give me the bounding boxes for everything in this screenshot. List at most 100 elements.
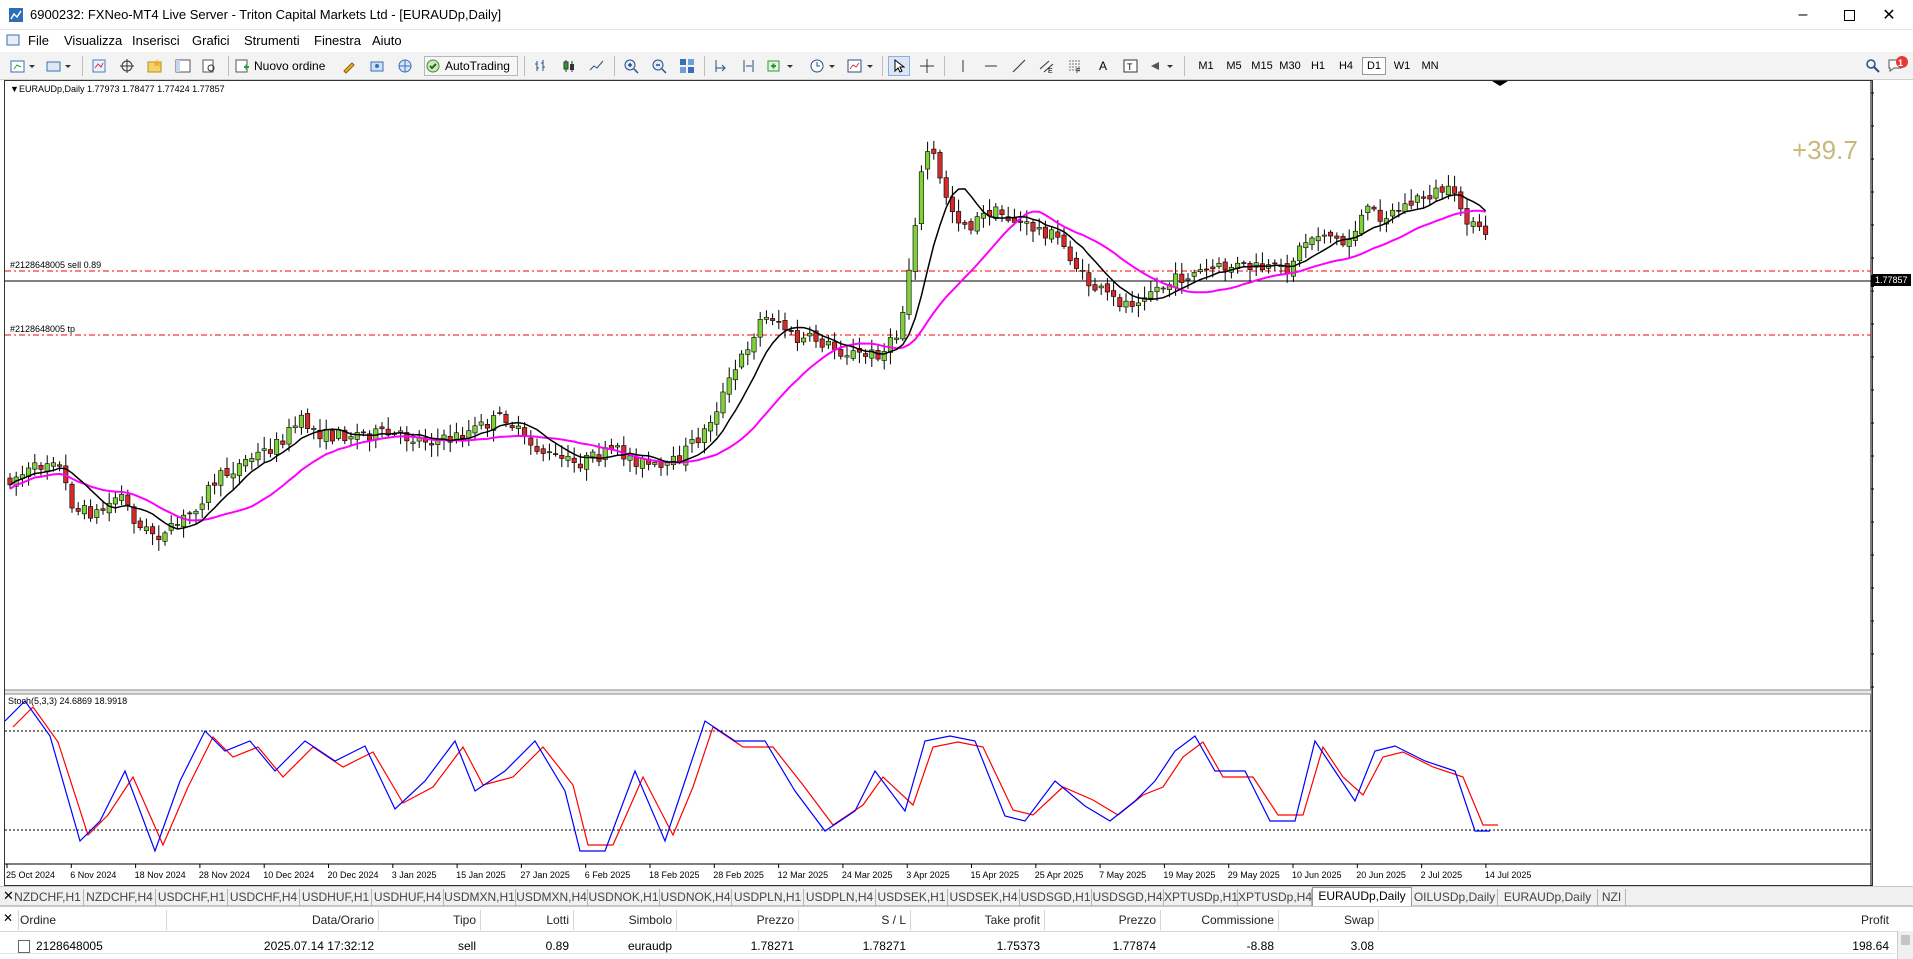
column-header[interactable]: Prezzo <box>1046 913 1156 927</box>
subwindow-separator[interactable] <box>5 690 1871 694</box>
crosshair-icon <box>920 59 934 73</box>
column-header[interactable]: Tipo <box>380 913 476 927</box>
symbol-tab[interactable]: NZI <box>1598 889 1626 906</box>
candle-body <box>745 349 751 355</box>
column-header[interactable]: Simbolo <box>575 913 672 927</box>
new-order-button[interactable]: Nuovo ordine <box>234 56 332 76</box>
menu-grafici[interactable]: Grafici <box>192 33 230 48</box>
menu-finestra[interactable]: Finestra <box>314 33 361 48</box>
line-chart-button[interactable] <box>586 56 608 76</box>
meta-editor-button[interactable] <box>338 56 360 76</box>
timeframe-m1[interactable]: M1 <box>1194 57 1218 75</box>
timeframe-mn[interactable]: MN <box>1418 57 1442 75</box>
symbol-tab[interactable]: USDHUF,H1 <box>300 889 372 906</box>
column-header[interactable]: Take profit <box>912 913 1040 927</box>
symbol-tab[interactable]: USDNOK,H4 <box>660 889 732 906</box>
symbol-tab[interactable]: EURAUDp,Daily <box>1312 887 1412 906</box>
timeframe-m30[interactable]: M30 <box>1278 57 1302 75</box>
symbol-tab[interactable]: USDCHF,H4 <box>228 889 300 906</box>
terminal-button[interactable] <box>172 56 194 76</box>
favorites-button[interactable] <box>144 56 166 76</box>
fibonacci-button[interactable]: F <box>1064 56 1086 76</box>
symbol-tab[interactable]: USDMXN,H1 <box>444 889 516 906</box>
bar-chart-button[interactable] <box>530 56 552 76</box>
price-chart[interactable]: ▼ EURAUDp,Daily 1.77973 1.78477 1.77424 … <box>5 81 1874 887</box>
crosshair-tool-button[interactable] <box>916 56 938 76</box>
equidistant-channel-button[interactable]: E <box>1036 56 1058 76</box>
terminal-scrollbar[interactable] <box>1897 931 1913 959</box>
cursor-icon <box>894 58 906 73</box>
market-button[interactable] <box>394 56 416 76</box>
tile-windows-button[interactable] <box>676 56 698 76</box>
auto-scroll-button[interactable] <box>710 56 732 76</box>
strategy-tester-button[interactable] <box>198 56 220 76</box>
timeframe-m5[interactable]: M5 <box>1222 57 1246 75</box>
symbol-tab[interactable]: USDSGD,H4 <box>1092 889 1164 906</box>
date-axis-label: 25 Apr 2025 <box>1035 870 1084 880</box>
symbol-tab[interactable]: NZDCHF,H1 <box>12 889 84 906</box>
timeframe-w1[interactable]: W1 <box>1390 57 1414 75</box>
candle-body <box>912 225 918 272</box>
column-header[interactable]: Profit <box>1380 913 1889 927</box>
indicators-button[interactable] <box>766 56 796 76</box>
arrows-button[interactable] <box>1148 56 1178 76</box>
menu-file[interactable]: File <box>28 33 49 48</box>
timeframe-h4[interactable]: H4 <box>1334 57 1358 75</box>
templates-button[interactable] <box>846 56 876 76</box>
symbol-tab[interactable]: USDHUF,H4 <box>372 889 444 906</box>
symbol-tab[interactable]: XPTUSDp,H4 <box>1238 889 1312 906</box>
menu-strumenti[interactable]: Strumenti <box>244 33 300 48</box>
horizontal-line-button[interactable] <box>980 56 1002 76</box>
autotrading-button[interactable]: AutoTrading <box>424 56 518 76</box>
column-header[interactable]: Data/Orario <box>168 913 374 927</box>
market-watch-button[interactable] <box>88 56 110 76</box>
symbol-tab[interactable]: OILUSDp,Daily <box>1412 889 1498 906</box>
timeframe-m15[interactable]: M15 <box>1250 57 1274 75</box>
close-button[interactable]: ✕ <box>1866 0 1912 30</box>
symbol-tab[interactable]: USDMXN,H4 <box>516 889 588 906</box>
cursor-tool-button[interactable] <box>888 56 910 76</box>
date-axis-label: 25 Oct 2024 <box>6 870 55 880</box>
symbol-tab[interactable]: USDSGD,H1 <box>1020 889 1092 906</box>
periods-button[interactable] <box>808 56 838 76</box>
new-chart-button[interactable] <box>8 56 38 76</box>
chart-window-icon[interactable] <box>6 33 20 47</box>
symbol-tab[interactable]: USDSEK,H4 <box>948 889 1020 906</box>
symbol-tab[interactable]: EURAUDp,Daily <box>1498 889 1598 906</box>
trendline-button[interactable] <box>1008 56 1030 76</box>
notifications-button[interactable]: 1 <box>1886 56 1910 76</box>
zoom-in-button[interactable] <box>620 56 642 76</box>
timeframe-h1[interactable]: H1 <box>1306 57 1330 75</box>
profiles-button[interactable] <box>44 56 74 76</box>
candlestick-button[interactable] <box>558 56 580 76</box>
minimize-button[interactable]: – <box>1780 0 1826 30</box>
search-button[interactable] <box>1862 56 1884 76</box>
column-header[interactable]: Commissione <box>1162 913 1274 927</box>
symbol-tab[interactable]: XPTUSDp,H1 <box>1164 889 1238 906</box>
signals-button[interactable] <box>366 56 388 76</box>
menu-aiuto[interactable]: Aiuto <box>372 33 402 48</box>
navigator-button[interactable] <box>116 56 138 76</box>
column-header[interactable]: S / L <box>800 913 906 927</box>
symbol-tab[interactable]: USDSEK,H1 <box>876 889 948 906</box>
column-header[interactable]: Ordine <box>20 913 56 927</box>
terminal-close-icon[interactable]: ✕ <box>3 911 13 925</box>
text-tool-button[interactable]: A <box>1092 56 1114 76</box>
column-header[interactable]: Lotti <box>482 913 569 927</box>
scrollbar-thumb[interactable] <box>1901 935 1910 945</box>
column-header[interactable]: Prezzo <box>678 913 794 927</box>
zoom-out-button[interactable] <box>648 56 670 76</box>
column-header[interactable]: Swap <box>1280 913 1374 927</box>
symbol-tab[interactable]: USDPLN,H4 <box>804 889 876 906</box>
timeframe-d1[interactable]: D1 <box>1362 57 1386 75</box>
symbol-tab[interactable]: USDNOK,H1 <box>588 889 660 906</box>
chart-shift-button[interactable] <box>738 56 760 76</box>
symbol-tab[interactable]: NZDCHF,H4 <box>84 889 156 906</box>
symbol-tab[interactable]: USDCHF,H1 <box>156 889 228 906</box>
vertical-line-button[interactable] <box>952 56 974 76</box>
text-label-button[interactable]: T <box>1120 56 1142 76</box>
symbol-tab[interactable]: USDPLN,H1 <box>732 889 804 906</box>
menu-visualizza[interactable]: Visualizza <box>64 33 122 48</box>
menu-inserisci[interactable]: Inserisci <box>132 33 180 48</box>
chart-window[interactable]: ▼ EURAUDp,Daily 1.77973 1.78477 1.77424 … <box>4 80 1874 887</box>
